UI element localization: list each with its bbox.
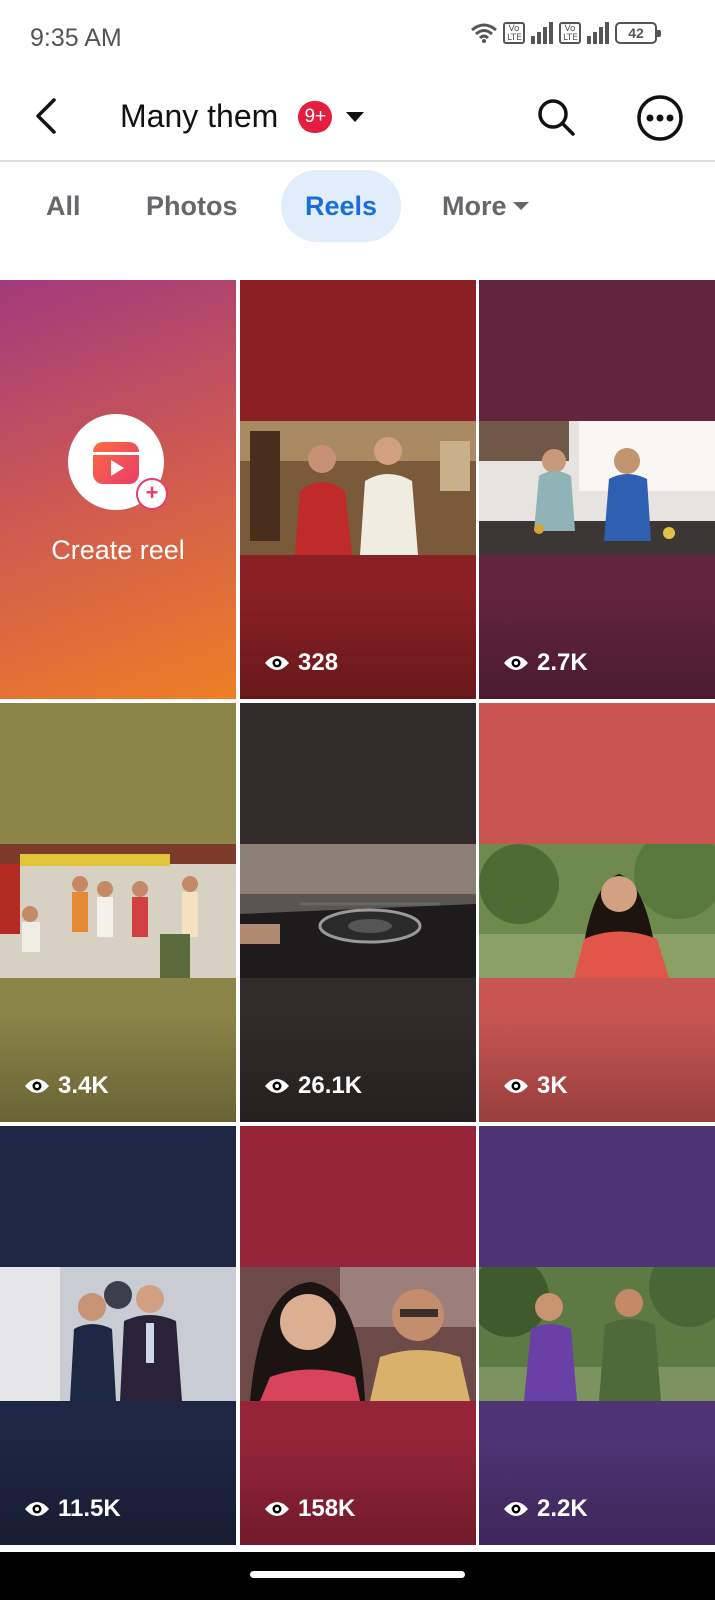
wifi-icon: [471, 23, 497, 43]
eye-icon: [265, 1502, 289, 1516]
eye-icon: [25, 1079, 49, 1093]
reels-grid: + Create reel 328 2.7K 3.4K 26.1K 3K 11.…: [0, 280, 715, 1550]
reel-thumbnail: [479, 421, 715, 555]
battery-icon: 42: [615, 22, 661, 44]
reels-icon: [93, 442, 139, 484]
group-title-dropdown[interactable]: Many them 9+: [120, 98, 365, 135]
view-count-value: 158K: [298, 1495, 356, 1522]
eye-icon: [504, 1502, 528, 1516]
view-count: 328: [264, 649, 338, 677]
view-count: 26.1K: [264, 1072, 362, 1100]
view-count-value: 3.4K: [58, 1072, 109, 1099]
shade: [479, 1012, 715, 1122]
view-count: 3K: [503, 1072, 568, 1100]
view-count: 3.4K: [24, 1072, 109, 1100]
shade: [479, 589, 715, 699]
view-count: 158K: [264, 1495, 355, 1523]
signal-icon: [531, 22, 553, 44]
eye-icon: [265, 1079, 289, 1093]
shade: [0, 1012, 236, 1122]
plus-icon: +: [136, 478, 168, 510]
notification-badge: 9+: [298, 100, 333, 133]
view-count-value: 3K: [537, 1072, 568, 1099]
page-title: Many them: [120, 98, 279, 134]
tab-more-label: More: [442, 191, 507, 221]
reel-thumbnail: [0, 1267, 236, 1401]
back-button[interactable]: [26, 94, 70, 138]
reel-tile[interactable]: 158K: [240, 1126, 476, 1545]
tab-all[interactable]: All: [46, 170, 81, 242]
reel-tile[interactable]: 3.4K: [0, 703, 236, 1122]
view-count-value: 2.2K: [537, 1495, 588, 1522]
reel-tile[interactable]: 2.2K: [479, 1126, 715, 1545]
reel-thumbnail: [240, 1267, 476, 1401]
reel-thumbnail: [479, 844, 715, 978]
eye-icon: [265, 656, 289, 670]
signal-icon: [587, 22, 609, 44]
view-count-value: 26.1K: [298, 1072, 363, 1099]
view-count: 2.2K: [503, 1495, 588, 1523]
view-count-value: 11.5K: [58, 1495, 121, 1522]
eye-icon: [504, 1079, 528, 1093]
status-bar: 9:35 AM Vo LTE Vo LTE 42: [0, 0, 715, 76]
shade: [240, 589, 476, 699]
view-count-value: 2.7K: [537, 649, 588, 676]
create-reel-label: Create reel: [51, 535, 185, 565]
tab-reels[interactable]: Reels: [281, 170, 401, 242]
status-icons: Vo LTE Vo LTE 42: [470, 22, 661, 44]
view-count-value: 328: [298, 649, 339, 676]
shade: [479, 1435, 715, 1545]
home-indicator[interactable]: [250, 1571, 465, 1578]
eye-icon: [504, 656, 528, 670]
reel-tile[interactable]: 3K: [479, 703, 715, 1122]
volte-icon: Vo LTE: [503, 22, 525, 44]
shade: [240, 1012, 476, 1122]
reel-tile[interactable]: 26.1K: [240, 703, 476, 1122]
view-count: 2.7K: [503, 649, 588, 677]
reel-thumbnail: [240, 421, 476, 555]
volte-icon: Vo LTE: [559, 22, 581, 44]
create-reel-tile[interactable]: + Create reel: [0, 280, 236, 699]
reel-tile[interactable]: 2.7K: [479, 280, 715, 699]
eye-icon: [25, 1502, 49, 1516]
status-time: 9:35 AM: [30, 24, 122, 52]
shade: [240, 1435, 476, 1545]
tab-photos[interactable]: Photos: [146, 170, 238, 242]
more-dots-icon: [637, 95, 683, 141]
back-arrow-icon: [36, 98, 56, 134]
caret-down-icon: [512, 202, 529, 210]
reel-tile[interactable]: 11.5K: [0, 1126, 236, 1545]
reel-tile[interactable]: 328: [240, 280, 476, 699]
system-nav-bar: [0, 1552, 715, 1600]
search-icon: [538, 99, 575, 136]
reel-thumbnail: [240, 844, 476, 978]
caret-down-icon: [346, 111, 365, 122]
shade: [0, 1435, 236, 1545]
view-count: 11.5K: [24, 1495, 121, 1523]
reel-thumbnail: [479, 1267, 715, 1401]
filter-tabs: All Photos Reels More: [0, 170, 715, 244]
tab-more[interactable]: More: [442, 170, 529, 242]
header: Many them 9+: [0, 78, 715, 162]
more-options-button[interactable]: [636, 94, 684, 142]
search-button[interactable]: [534, 95, 578, 139]
reel-thumbnail: [0, 844, 236, 978]
